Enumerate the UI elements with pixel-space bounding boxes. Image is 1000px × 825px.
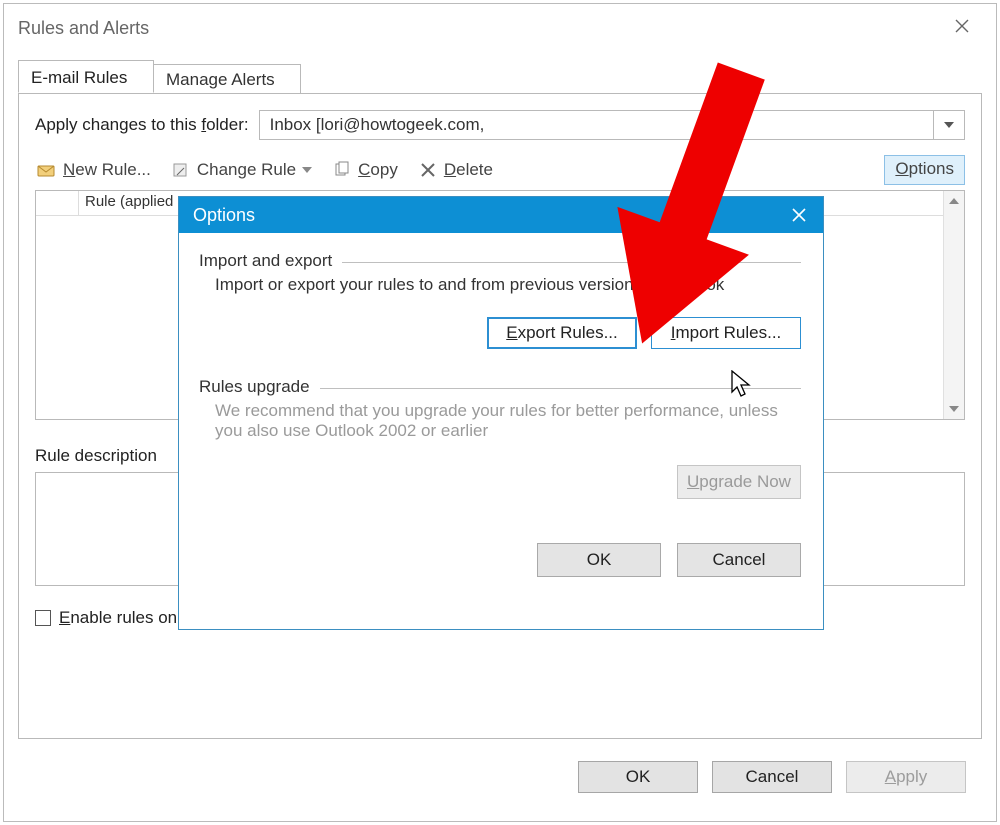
import-rules-button[interactable]: Import Rules... (651, 317, 801, 349)
options-dialog: Options Import and export Import or expo… (178, 196, 824, 630)
rss-enable-checkbox[interactable] (35, 610, 51, 626)
chevron-down-icon (944, 122, 954, 128)
options-button[interactable]: Options (884, 155, 965, 185)
tab-manage-alerts[interactable]: Manage Alerts (153, 64, 301, 94)
new-rule-button[interactable]: New Rule... (37, 160, 151, 180)
delete-icon (418, 161, 438, 179)
tab-manage-alerts-label: Manage Alerts (166, 70, 275, 89)
delete-rule-button[interactable]: Delete (418, 160, 493, 180)
groupbox-divider (342, 262, 801, 263)
rules-header-checkbox-col (36, 191, 79, 215)
rules-list-scrollbar[interactable] (943, 191, 964, 419)
main-dialog-buttons: OK Cancel Apply (578, 761, 966, 793)
main-ok-button[interactable]: OK (578, 761, 698, 793)
delete-rule-label: Delete (444, 160, 493, 180)
options-dialog-body: Import and export Import or export your … (179, 233, 823, 593)
import-export-groupbox-label: Import and export (199, 251, 801, 271)
close-icon[interactable] (940, 12, 984, 45)
tabstrip: E-mail Rules Manage Alerts (18, 60, 982, 94)
main-cancel-button[interactable]: Cancel (712, 761, 832, 793)
rules-upgrade-description: We recommend that you upgrade your rules… (215, 401, 801, 441)
options-dialog-buttons: OK Cancel (199, 543, 801, 577)
options-dialog-titlebar: Options (179, 197, 823, 233)
copy-rule-label: Copy (358, 160, 398, 180)
import-export-description: Import or export your rules to and from … (215, 275, 801, 295)
folder-dropdown[interactable]: Inbox [lori@howtogeek.com, (259, 110, 965, 140)
window-title: Rules and Alerts (18, 18, 149, 39)
upgrade-now-button: Upgrade Now (677, 465, 801, 499)
options-dialog-close-icon[interactable] (785, 201, 813, 229)
upgrade-now-row: Upgrade Now (199, 465, 801, 499)
scroll-up-icon[interactable] (944, 191, 964, 211)
chevron-down-icon (302, 167, 312, 173)
tab-email-rules[interactable]: E-mail Rules (18, 60, 154, 93)
tab-email-rules-label: E-mail Rules (31, 68, 127, 87)
rules-toolbar: New Rule... Change Rule Copy (35, 156, 965, 184)
groupbox-divider (320, 388, 801, 389)
import-export-buttons: Export Rules... Import Rules... (199, 317, 801, 349)
options-cancel-button[interactable]: Cancel (677, 543, 801, 577)
options-dialog-title: Options (193, 205, 255, 226)
new-rule-icon (37, 161, 57, 179)
export-rules-button[interactable]: Export Rules... (487, 317, 637, 349)
change-rule-icon (171, 161, 191, 179)
folder-dropdown-button[interactable] (933, 110, 965, 140)
new-rule-label: New Rule... (63, 160, 151, 180)
copy-rule-button[interactable]: Copy (332, 160, 398, 180)
change-rule-button[interactable]: Change Rule (171, 160, 312, 180)
titlebar: Rules and Alerts (4, 4, 996, 52)
copy-icon (332, 161, 352, 179)
apply-changes-label: Apply changes to this folder: (35, 115, 249, 135)
options-ok-button[interactable]: OK (537, 543, 661, 577)
import-export-groupbox-text: Import and export (199, 251, 342, 271)
rules-upgrade-groupbox-label: Rules upgrade (199, 377, 801, 397)
rules-upgrade-groupbox-text: Rules upgrade (199, 377, 320, 397)
change-rule-label: Change Rule (197, 160, 296, 180)
main-apply-button: Apply (846, 761, 966, 793)
scroll-down-icon[interactable] (944, 399, 964, 419)
apply-changes-row: Apply changes to this folder: Inbox [lor… (35, 108, 965, 142)
folder-dropdown-value: Inbox [lori@howtogeek.com, (259, 110, 933, 140)
